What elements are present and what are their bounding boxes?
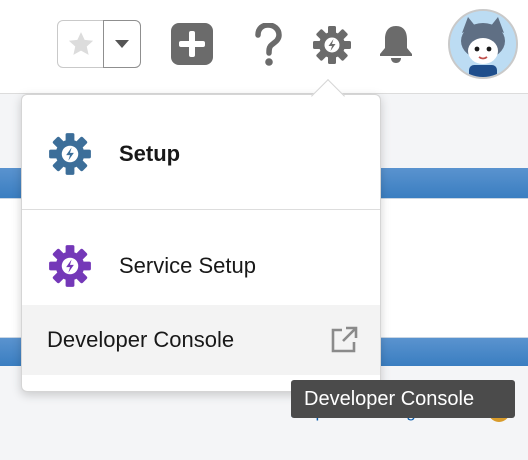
setup-gear-button[interactable]: [312, 25, 352, 65]
menu-item-service-setup[interactable]: Service Setup: [22, 231, 380, 301]
external-link-icon: [331, 326, 358, 353]
help-button[interactable]: [250, 22, 286, 68]
service-setup-gear-icon: [48, 244, 92, 288]
user-avatar-button[interactable]: [448, 9, 518, 79]
setup-gear-icon: [48, 132, 92, 176]
plus-icon: [171, 23, 213, 65]
menu-item-setup-label: Setup: [119, 141, 181, 166]
bell-icon: [380, 26, 412, 63]
menu-divider: [22, 209, 380, 210]
favorites-group: [57, 20, 141, 68]
user-avatar: [450, 11, 516, 77]
global-actions-button[interactable]: [171, 23, 213, 65]
favorites-button[interactable]: [57, 20, 104, 68]
question-mark-icon: [255, 23, 282, 66]
menu-item-developer-console-label: Developer Console: [47, 327, 235, 352]
star-icon: [68, 32, 93, 55]
tooltip-developer-console: Developer Console: [291, 380, 515, 418]
menu-item-developer-console[interactable]: Developer Console: [22, 305, 380, 375]
menu-item-service-setup-label: Service Setup: [119, 253, 256, 278]
menu-item-setup[interactable]: Setup: [22, 117, 380, 191]
global-header: [0, 0, 528, 94]
setup-menu: Setup Service Setup Developer Console: [21, 94, 381, 392]
notifications-button[interactable]: [376, 24, 416, 64]
favorites-list-button[interactable]: [103, 20, 141, 68]
chevron-down-icon: [115, 40, 129, 48]
gear-icon: [313, 26, 351, 64]
